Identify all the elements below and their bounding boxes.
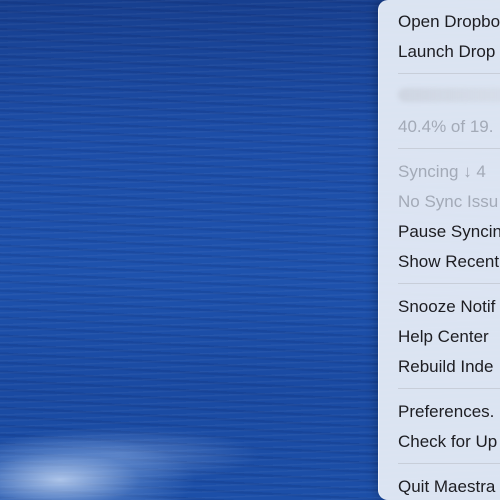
menu-separator <box>398 463 500 464</box>
menu-item-show-recent[interactable]: Show Recent <box>398 248 499 276</box>
dropdown-menu: Open Dropbo Launch Drop 40.4% of 19. Syn… <box>378 0 500 500</box>
menu-item-preferences[interactable]: Preferences. <box>398 398 494 426</box>
menu-item-help-center[interactable]: Help Center <box>398 323 489 351</box>
menu-item-open-dropbox[interactable]: Open Dropbo <box>398 8 500 36</box>
menu-separator <box>398 148 500 149</box>
menu-item-launch-dropbox[interactable]: Launch Drop <box>398 38 495 66</box>
menu-item-sync-issues: No Sync Issu <box>398 192 499 211</box>
menu-item-check-for-updates[interactable]: Check for Up <box>398 428 497 456</box>
menu-item-storage-usage: 40.4% of 19. <box>398 117 494 136</box>
menu-item-pause-syncing[interactable]: Pause Syncin <box>398 218 500 246</box>
menu-item-syncing-status: Syncing ↓ 4 <box>398 162 486 181</box>
menu-item-snooze-notifications[interactable]: Snooze Notif <box>398 293 495 321</box>
menu-separator <box>398 73 500 74</box>
menu-separator <box>398 388 500 389</box>
blurred-status-row <box>398 88 500 102</box>
menu-item-quit[interactable]: Quit Maestra <box>398 473 495 500</box>
menu-item-rebuild-index[interactable]: Rebuild Inde <box>398 353 493 381</box>
menu-separator <box>398 283 500 284</box>
